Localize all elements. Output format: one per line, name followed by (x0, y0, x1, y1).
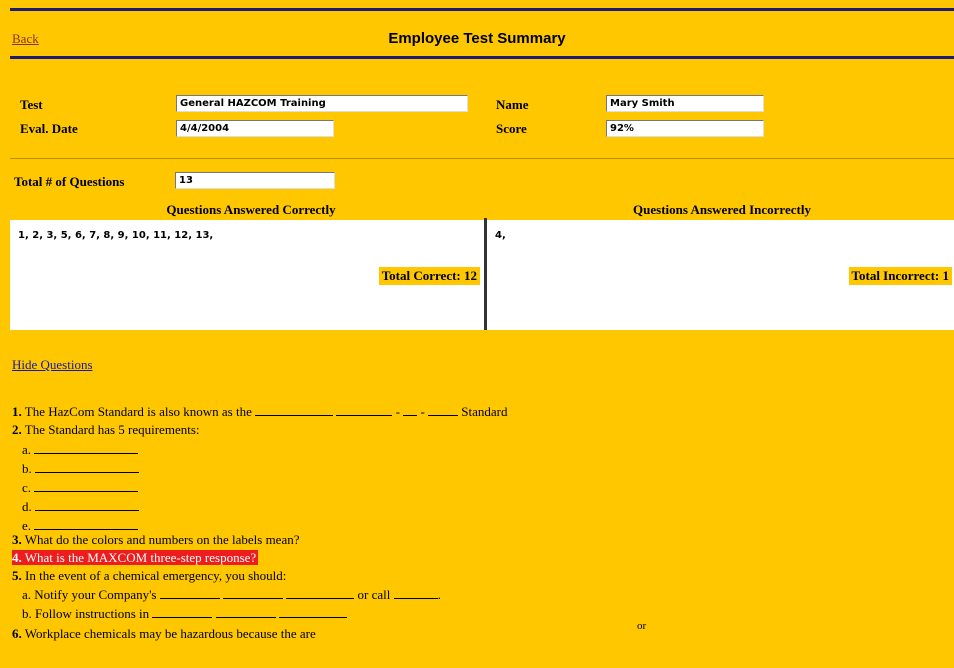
incorrect-list: 4, (495, 230, 506, 241)
section-divider (10, 158, 954, 159)
blank (403, 405, 418, 416)
question-2-c: c. (22, 480, 139, 496)
question-2-b: b. (22, 461, 139, 477)
score-label: Score (496, 121, 527, 136)
incorrect-header: Questions Answered Incorrectly (633, 202, 811, 217)
question-1-number: 1. (12, 404, 22, 419)
question-4-highlight: 4. What is the MAXCOM three-step respons… (12, 550, 259, 565)
eval-date-field[interactable]: 4/4/2004 (176, 120, 334, 137)
hide-questions-link[interactable]: Hide Questions (12, 357, 93, 373)
question-5: 5. In the event of a chemical emergency,… (12, 568, 286, 584)
blank (428, 405, 459, 416)
name-field[interactable]: Mary Smith (606, 95, 764, 112)
page-title: Employee Test Summary (388, 30, 566, 47)
correct-panel: 1, 2, 3, 5, 6, 7, 8, 9, 10, 11, 12, 13, … (10, 220, 484, 330)
question-4-text: What is the MAXCOM three-step response? (24, 550, 257, 565)
total-correct: Total Correct: 12 (378, 267, 480, 285)
question-4-number: 4. (12, 550, 22, 565)
score-field[interactable]: 92% (606, 120, 764, 137)
question-1: 1. The HazCom Standard is also known as … (12, 404, 508, 419)
question-2: 2. The Standard has 5 requirements: (12, 422, 200, 438)
header-bar: Back Employee Test Summary (0, 0, 954, 60)
incorrect-panel: 4, Total Incorrect: 1 (487, 220, 954, 330)
question-6-text: Workplace chemicals may be hazardous bec… (24, 626, 316, 641)
test-label: Test (20, 97, 43, 112)
question-2-number: 2. (12, 422, 22, 437)
question-3: 3. What do the colors and numbers on the… (12, 532, 300, 548)
question-5-text: In the event of a chemical emergency, yo… (25, 568, 287, 583)
blank (255, 405, 334, 416)
question-3-text: What do the colors and numbers on the la… (24, 532, 300, 547)
question-2-d: d. (22, 499, 139, 515)
correct-header: Questions Answered Correctly (166, 202, 336, 217)
question-1-text: The HazCom Standard is also known as the (24, 404, 252, 419)
question-5-a: a. Notify your Company's or call . (22, 587, 441, 602)
question-5-number: 5. (12, 568, 22, 583)
question-6-or: or (637, 620, 647, 632)
question-4: 4. What is the MAXCOM three-step respons… (12, 550, 259, 566)
question-2-a: a. (22, 442, 139, 458)
total-questions-field[interactable]: 13 (175, 172, 335, 189)
question-1-end: Standard (461, 404, 508, 419)
question-3-number: 3. (12, 532, 22, 547)
question-6: 6. Workplace chemicals may be hazardous … (12, 620, 646, 642)
total-incorrect: Total Incorrect: 1 (848, 267, 952, 285)
question-6-number: 6. (12, 626, 22, 641)
header-bottom-rule (10, 56, 954, 59)
correct-list: 1, 2, 3, 5, 6, 7, 8, 9, 10, 11, 12, 13, (18, 230, 214, 241)
question-2-text: The Standard has 5 requirements: (24, 422, 200, 437)
question-5-b: b. Follow instructions in (22, 606, 347, 622)
total-questions-label: Total # of Questions (14, 174, 125, 189)
blank (336, 405, 393, 416)
test-field[interactable]: General HAZCOM Training (176, 95, 468, 112)
header-top-rule (10, 8, 954, 11)
eval-date-label: Eval. Date (20, 121, 78, 136)
name-label: Name (496, 97, 529, 112)
